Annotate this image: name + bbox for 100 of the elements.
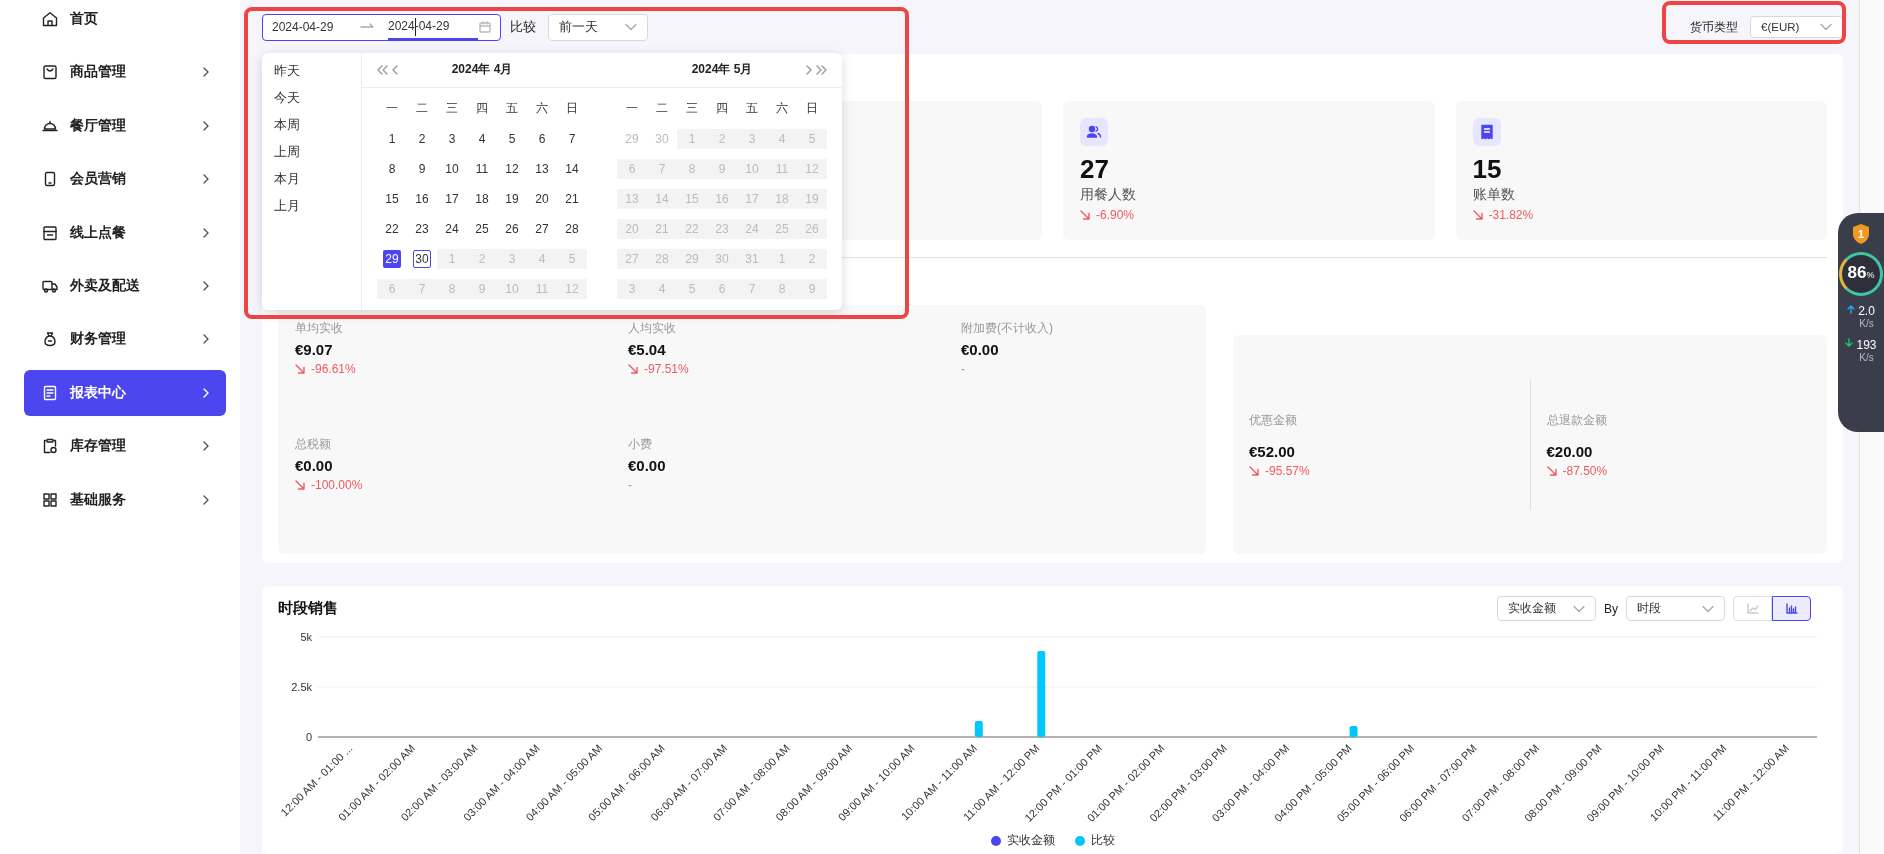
speed-value: 2.0: [1858, 304, 1875, 318]
sidebar-item[interactable]: 首页: [24, 0, 226, 42]
calendar-day[interactable]: 25: [473, 219, 491, 238]
weekday-label: 日: [805, 99, 819, 117]
preset-option[interactable]: 上周: [262, 138, 361, 166]
calendar-day[interactable]: 18: [473, 189, 491, 208]
calendar-day[interactable]: 30: [653, 129, 671, 148]
weekday-label: 五: [745, 99, 759, 117]
calendar-day[interactable]: 22: [383, 219, 401, 238]
calendar-day[interactable]: 11: [473, 159, 491, 178]
caret-down-icon: [625, 23, 637, 31]
chart-bar: [974, 721, 983, 737]
weekday-label: 六: [775, 99, 789, 117]
sidebar-item[interactable]: 外卖及配送: [24, 262, 226, 309]
calendar-day[interactable]: 3: [443, 129, 461, 148]
chart-bar: [1349, 726, 1358, 737]
calendar-day[interactable]: 12: [503, 159, 521, 178]
calendar-day[interactable]: 20: [533, 189, 551, 208]
sidebar-item[interactable]: 报表中心: [24, 369, 226, 416]
calendar-day[interactable]: 13: [533, 159, 551, 178]
weekday-label: 四: [475, 99, 489, 117]
calendar-day[interactable]: 26: [503, 219, 521, 238]
legend-label: 比较: [1090, 832, 1115, 849]
bar-chart-icon: [1785, 603, 1798, 614]
calendar-day[interactable]: 14: [563, 159, 581, 178]
bar-chart-toggle[interactable]: [1772, 596, 1811, 621]
sidebar-item[interactable]: 库存管理: [24, 423, 226, 470]
calendar-day[interactable]: 10: [443, 159, 461, 178]
calendar-day[interactable]: 30: [413, 249, 431, 268]
metric-value: €0.00: [961, 341, 999, 358]
sidebar-item[interactable]: 商品管理: [24, 49, 226, 96]
double-chevron-left-icon: [377, 64, 388, 75]
calendar-day[interactable]: 6: [533, 129, 551, 148]
weekday-label: 五: [505, 99, 519, 117]
weekday-label: 三: [685, 99, 699, 117]
currency-select[interactable]: €(EUR): [1750, 16, 1843, 38]
axis-tick-label: 0: [305, 731, 312, 743]
metric-select[interactable]: 实收金额: [1497, 596, 1596, 621]
summary-label: 用餐人数: [1080, 186, 1136, 204]
metric-label: 小费: [628, 436, 652, 453]
sidebar-item[interactable]: 餐厅管理: [24, 102, 226, 149]
sidebar-item[interactable]: 财务管理: [24, 316, 226, 363]
calendar-day[interactable]: 5: [503, 129, 521, 148]
by-label: By: [1604, 601, 1618, 616]
caret-down-icon: [1702, 604, 1714, 613]
store-icon: [42, 224, 58, 241]
metric-label: 单均实收: [295, 320, 343, 337]
calendar-day[interactable]: 9: [413, 159, 431, 178]
preset-option[interactable]: 本月: [262, 165, 361, 193]
metric-value: €9.07: [295, 341, 333, 358]
calendar-day[interactable]: 4: [473, 129, 491, 148]
preset-option[interactable]: 今天: [262, 84, 361, 112]
weekday-label: 一: [625, 99, 639, 117]
compare-select[interactable]: 前一天: [548, 13, 648, 41]
clipboard-icon: [42, 438, 58, 455]
sidebar-item[interactable]: 会员营销: [24, 156, 226, 203]
calendar-day[interactable]: 16: [413, 189, 431, 208]
download-arrow-icon: [1845, 338, 1854, 348]
calendar-day[interactable]: 17: [443, 189, 461, 208]
calendar-day[interactable]: 23: [413, 219, 431, 238]
weekday-label: 日: [565, 99, 579, 117]
month-title: 2024年 4月: [450, 61, 514, 78]
calendar-day[interactable]: 15: [383, 189, 401, 208]
section-title: 时段销售: [278, 599, 338, 618]
calendar-day[interactable]: 8: [383, 159, 401, 178]
calendar-day[interactable]: 7: [563, 129, 581, 148]
sidebar-item[interactable]: 基础服务: [24, 476, 226, 523]
preset-option[interactable]: 昨天: [262, 57, 361, 85]
summary-value: 27: [1080, 154, 1109, 184]
calendar-day[interactable]: 27: [533, 219, 551, 238]
sidebar-item[interactable]: 线上点餐: [24, 209, 226, 256]
receipt-icon: [1478, 124, 1495, 140]
preset-option[interactable]: 上月: [262, 192, 361, 220]
calendar-day[interactable]: 21: [563, 189, 581, 208]
calendar-day[interactable]: 19: [503, 189, 521, 208]
calendar-day[interactable]: 29: [623, 129, 641, 148]
calendar-day[interactable]: 29: [383, 249, 401, 268]
weekday-label: 四: [715, 99, 729, 117]
change-percent: -87.50%: [1562, 463, 1608, 478]
calendar-day[interactable]: 2: [413, 129, 431, 148]
calendar-day[interactable]: 1: [383, 129, 401, 148]
line-chart-toggle[interactable]: [1733, 596, 1772, 621]
group-select[interactable]: 时段: [1626, 596, 1725, 621]
axis-tick-label: 2.5k: [291, 681, 312, 693]
axis-tick-label: 5k: [300, 631, 312, 643]
weekday-label: 三: [445, 99, 459, 117]
preset-option[interactable]: 本周: [262, 111, 361, 139]
change-percent: -6.90%: [1096, 208, 1135, 222]
weekday-label: 二: [415, 99, 429, 117]
calendar-day[interactable]: 24: [443, 219, 461, 238]
metric-value: €5.04: [628, 341, 666, 358]
grid-icon: [42, 491, 58, 508]
calendar-day[interactable]: 28: [563, 219, 581, 238]
change-percent: -97.51%: [644, 362, 689, 376]
change-percent: -95.57%: [1265, 463, 1310, 478]
chevron-right-icon: [806, 64, 812, 75]
caret-down-icon: [1820, 23, 1832, 31]
document-icon: [42, 384, 58, 401]
weekday-label: 六: [535, 99, 549, 117]
arrow-right-icon: [360, 23, 374, 31]
